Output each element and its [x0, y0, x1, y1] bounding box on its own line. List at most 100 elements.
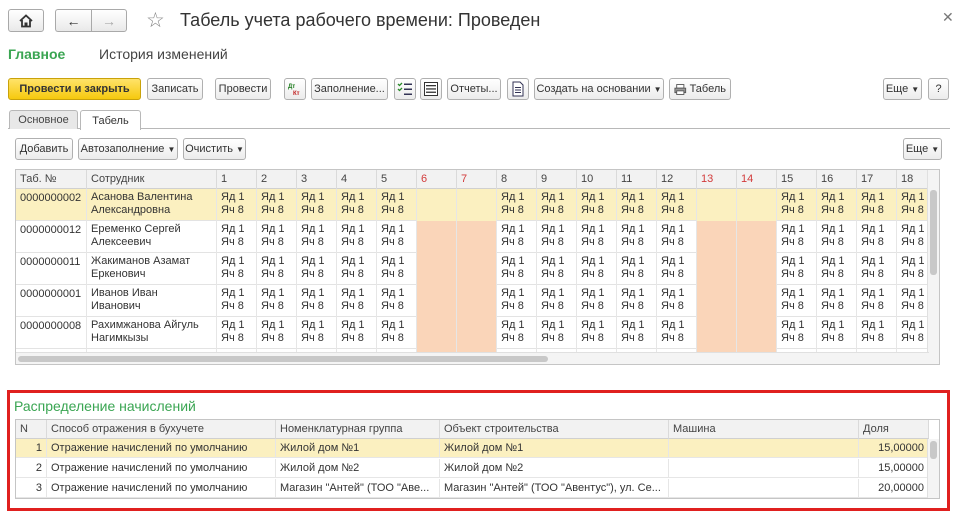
day-cell[interactable]: Яд 1Яч 8: [257, 221, 297, 253]
day-cell[interactable]: Яд 1Яч 8: [497, 285, 537, 317]
cell-method[interactable]: Отражение начислений по умолчанию: [47, 439, 276, 458]
day-cell[interactable]: Яд 1Яч 8: [617, 285, 657, 317]
day-cell-weekend[interactable]: [457, 317, 497, 349]
header-day[interactable]: 17: [857, 170, 897, 189]
day-cell[interactable]: Яд 1Яч 8: [337, 253, 377, 285]
cell-share[interactable]: 20,00000: [859, 479, 929, 498]
day-cell[interactable]: Яд 1Яч 8: [857, 221, 897, 253]
day-cell-weekend[interactable]: [457, 253, 497, 285]
day-cell[interactable]: Яд 1Яч 8: [857, 317, 897, 349]
day-cell[interactable]: Яд 1Яч 8: [777, 317, 817, 349]
tab-tabel[interactable]: Табель: [80, 110, 141, 130]
header-day[interactable]: 4: [337, 170, 377, 189]
day-cell[interactable]: Яд 1Яч 8: [577, 317, 617, 349]
day-cell[interactable]: Яд 1Яч 8: [217, 189, 257, 221]
day-cell-weekend[interactable]: [457, 285, 497, 317]
back-button[interactable]: ←: [55, 9, 91, 32]
header-tab-no[interactable]: Таб. №: [16, 170, 87, 189]
day-cell[interactable]: Яд 1Яч 8: [657, 221, 697, 253]
scroll-thumb[interactable]: [930, 190, 937, 275]
cell-tab-no[interactable]: 0000000002: [16, 189, 87, 221]
header-day[interactable]: 2: [257, 170, 297, 189]
day-cell[interactable]: Яд 1Яч 8: [537, 317, 577, 349]
post-and-close-button[interactable]: Провести и закрыть: [8, 78, 141, 100]
table-row[interactable]: 0000000001 Иванов Иван Иванович Яд 1 Яч 8 Яд …: [16, 285, 939, 317]
header-day[interactable]: 15: [777, 170, 817, 189]
fill-button[interactable]: Заполнение...: [311, 78, 388, 100]
header-day[interactable]: 13: [697, 170, 737, 189]
day-cell[interactable]: Яд 1Яч 8: [377, 189, 417, 221]
day-cell[interactable]: Яд 1Яч 8: [777, 253, 817, 285]
day-cell[interactable]: Яд 1Яч 8: [657, 189, 697, 221]
header-day[interactable]: 14: [737, 170, 777, 189]
day-cell-weekend[interactable]: [417, 317, 457, 349]
day-cell-weekend[interactable]: [417, 253, 457, 285]
day-cell[interactable]: Яд 1Яч 8: [217, 285, 257, 317]
distribution-grid[interactable]: N Способ отражения в бухучете Номенклату…: [15, 419, 940, 499]
more-button[interactable]: Еще ▼: [883, 78, 922, 100]
day-cell-weekend[interactable]: [417, 189, 457, 221]
cell-share[interactable]: 15,00000: [859, 459, 929, 478]
day-cell[interactable]: Яд 1Яч 8: [257, 253, 297, 285]
day-cell[interactable]: Яд 1Яч 8: [297, 221, 337, 253]
day-cell[interactable]: Яд 1Яч 8: [497, 221, 537, 253]
dt-kt-button[interactable]: Дт Кт: [284, 78, 306, 100]
document-button[interactable]: [507, 78, 529, 100]
day-cell[interactable]: Яд 1Яч 8: [817, 285, 857, 317]
day-cell-weekend[interactable]: [737, 189, 777, 221]
day-cell-weekend[interactable]: [697, 189, 737, 221]
header-group[interactable]: Номенклатурная группа: [276, 420, 440, 439]
header-day[interactable]: 1: [217, 170, 257, 189]
grid-more-button[interactable]: Еще ▼: [903, 138, 942, 160]
cell-machine[interactable]: [669, 479, 859, 498]
header-day[interactable]: 3: [297, 170, 337, 189]
checklist-button[interactable]: [394, 78, 416, 100]
cell-tab-no[interactable]: 0000000012: [16, 221, 87, 253]
timesheet-horizontal-scrollbar[interactable]: [16, 352, 929, 364]
list-button[interactable]: [420, 78, 442, 100]
day-cell[interactable]: Яд 1Яч 8: [657, 317, 697, 349]
cell-group[interactable]: Магазин "Антей" (ТОО "Аве...: [276, 479, 440, 498]
cell-n[interactable]: 3: [16, 479, 47, 498]
timesheet-vertical-scrollbar[interactable]: [927, 170, 939, 364]
day-cell[interactable]: Яд 1Яч 8: [777, 189, 817, 221]
scroll-thumb[interactable]: [18, 356, 548, 362]
day-cell[interactable]: Яд 1Яч 8: [497, 253, 537, 285]
forward-button[interactable]: →: [91, 9, 127, 32]
create-based-on-button[interactable]: Создать на основании ▼: [534, 78, 664, 100]
table-row[interactable]: 0000000008 Рахимжанова Айгуль Нагимкызы Яд …: [16, 317, 939, 349]
cell-employee[interactable]: Асанова Валентина Александровна: [87, 189, 217, 221]
day-cell-weekend[interactable]: [457, 221, 497, 253]
day-cell-weekend[interactable]: [417, 221, 457, 253]
day-cell[interactable]: Яд 1Яч 8: [857, 285, 897, 317]
day-cell[interactable]: Яд 1Яч 8: [377, 253, 417, 285]
day-cell[interactable]: Яд 1Яч 8: [777, 221, 817, 253]
timesheet-grid[interactable]: Таб. № Сотрудник 1 2 3 4 5 6 7 8 9 10 11 12 13 14 15 16…: [15, 169, 940, 365]
header-method[interactable]: Способ отражения в бухучете: [47, 420, 276, 439]
day-cell[interactable]: Яд 1Яч 8: [617, 317, 657, 349]
cell-tab-no[interactable]: 0000000008: [16, 317, 87, 349]
day-cell[interactable]: Яд 1Яч 8: [377, 221, 417, 253]
day-cell[interactable]: Яд 1Яч 8: [297, 253, 337, 285]
day-cell[interactable]: Яд 1Яч 8: [337, 221, 377, 253]
cell-employee[interactable]: Рахимжанова Айгуль Нагимкызы: [87, 317, 217, 349]
tab-main[interactable]: Основное: [9, 110, 78, 129]
day-cell[interactable]: Яд 1Яч 8: [257, 189, 297, 221]
table-row[interactable]: 0000000012 Еременко Сергей Алексеевич Яд 1Я…: [16, 221, 939, 253]
day-cell[interactable]: Яд 1Яч 8: [297, 285, 337, 317]
cell-object[interactable]: Магазин "Антей" (ТОО "Авентус"), ул. Се.…: [440, 479, 669, 498]
day-cell[interactable]: Яд 1Яч 8: [817, 221, 857, 253]
cell-object[interactable]: Жилой дом №1: [440, 439, 669, 458]
cell-employee[interactable]: Еременко Сергей Алексеевич: [87, 221, 217, 253]
save-button[interactable]: Записать: [147, 78, 203, 100]
header-object[interactable]: Объект строительства: [440, 420, 669, 439]
day-cell[interactable]: Яд 1Яч 8: [217, 221, 257, 253]
autofill-button[interactable]: Автозаполнение ▼: [78, 138, 178, 160]
table-row[interactable]: 1 Отражение начислений по умолчанию Жилой …: [16, 439, 929, 458]
header-day[interactable]: 7: [457, 170, 497, 189]
tabel-print-button[interactable]: Табель: [669, 78, 731, 100]
cell-share[interactable]: 15,00000: [859, 439, 929, 458]
day-cell[interactable]: Яд 1Яч 8: [337, 285, 377, 317]
day-cell[interactable]: Яд 1Яч 8: [537, 221, 577, 253]
day-cell[interactable]: Яд 1Яч 8: [497, 189, 537, 221]
